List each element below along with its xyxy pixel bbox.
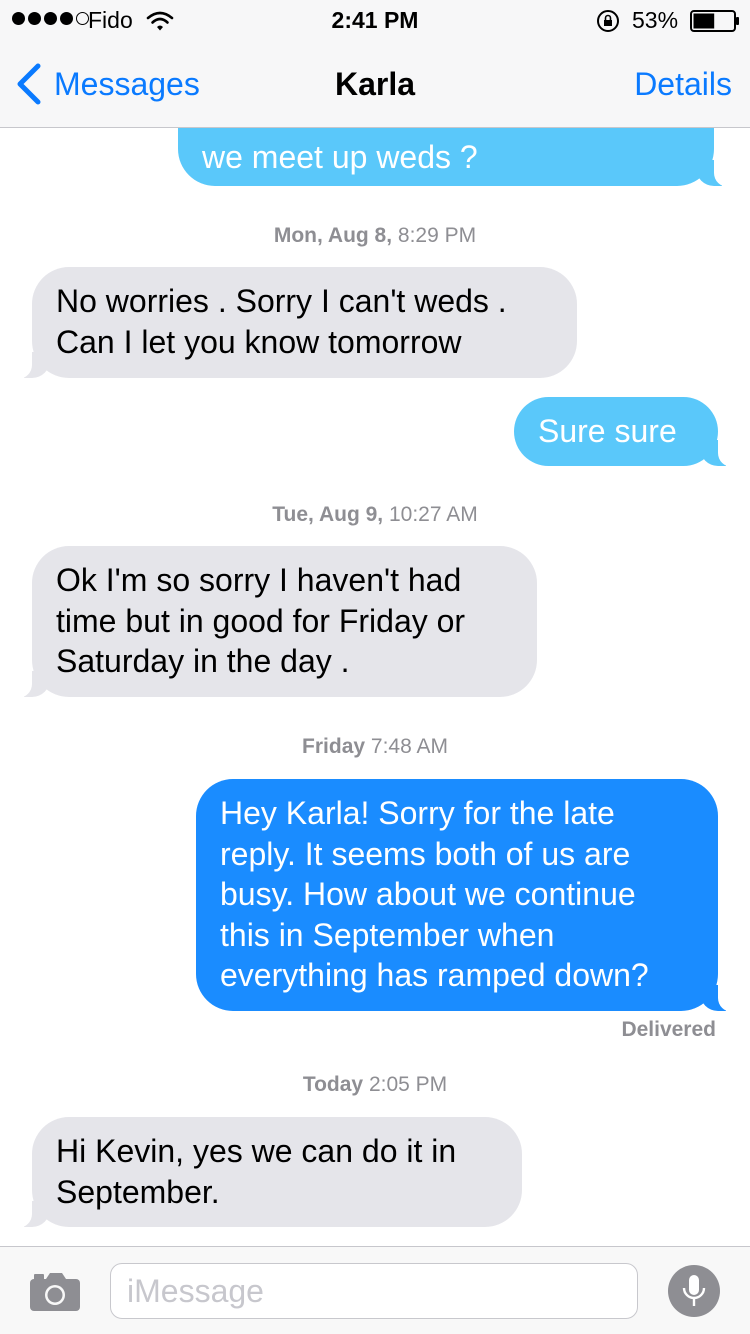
microphone-button[interactable] [668, 1265, 720, 1317]
message-line: Saturday in the day . [56, 643, 350, 679]
navigation-bar: Messages Karla Details [0, 40, 750, 128]
message-line: September. [56, 1173, 220, 1210]
back-button-label: Messages [54, 65, 200, 102]
microphone-icon [682, 1275, 706, 1306]
outgoing-message[interactable]: we meet up weds ? [178, 128, 734, 187]
timestamp-day: Today [302, 1073, 364, 1096]
incoming-message[interactable]: No worries . Sorry I can't weds . Can I … [12, 267, 577, 379]
timestamp: Mon, Aug 8, 8:29 PM [0, 224, 750, 248]
message-line: No worries . Sorry I can't weds . [56, 283, 507, 319]
message-line: time but in good for Friday or [56, 602, 466, 639]
incoming-message[interactable]: Ok I'm so sorry I haven't had time but i… [12, 546, 537, 698]
battery-percentage: 53% [632, 7, 679, 33]
message-line: this in September when [220, 916, 555, 953]
incoming-message[interactable]: Hi Kevin, yes we can do it in September. [12, 1117, 522, 1228]
message-line: Hi Kevin, yes we can do it in [56, 1133, 457, 1169]
status-bar: Fido 2:41 PM 53% [0, 0, 750, 40]
timestamp-day: Friday [302, 735, 366, 758]
compose-bar [0, 1246, 750, 1334]
chevron-left-icon [17, 63, 41, 105]
message-line: Ok I'm so sorry I haven't had [56, 562, 462, 598]
delivery-status: Delivered [621, 1018, 716, 1041]
outgoing-message[interactable]: Hey Karla! Sorry for the late reply. It … [196, 779, 738, 1012]
header: Fido 2:41 PM 53% Messages Karla Details [0, 0, 750, 128]
timestamp-day: Mon, Aug 8, [273, 224, 393, 247]
details-button[interactable]: Details [634, 66, 732, 103]
timestamp-time: 2:05 PM [368, 1073, 448, 1096]
message-text: Sure sure [538, 413, 677, 449]
timestamp-day: Tue, Aug 9, [272, 503, 384, 526]
camera-icon[interactable] [28, 1271, 82, 1313]
message-input[interactable] [110, 1263, 638, 1319]
timestamp-time: 8:29 PM [397, 224, 477, 247]
message-line: Hey Karla! Sorry for the late [220, 795, 615, 831]
message-line: busy. How about we continue [220, 876, 636, 912]
timestamp-time: 10:27 AM [388, 503, 478, 526]
message-text: we meet up weds ? [202, 139, 478, 175]
message-line: reply. It seems both of us are [220, 835, 631, 872]
timestamp-time: 7:48 AM [370, 735, 448, 758]
conversation[interactable]: we meet up weds ? Mon, Aug 8, 8:29 PM No… [0, 128, 750, 1246]
message-line: Can I let you know tomorrow [56, 323, 462, 360]
rotation-lock-icon [597, 10, 619, 32]
timestamp: Tue, Aug 9, 10:27 AM [0, 503, 750, 527]
battery-icon [690, 10, 739, 32]
timestamp: Friday 7:48 AM [0, 735, 750, 759]
timestamp: Today 2:05 PM [0, 1073, 750, 1097]
message-line: everything has ramped down? [220, 957, 649, 993]
outgoing-message[interactable]: Sure sure [514, 397, 738, 467]
back-button[interactable]: Messages [14, 62, 200, 106]
